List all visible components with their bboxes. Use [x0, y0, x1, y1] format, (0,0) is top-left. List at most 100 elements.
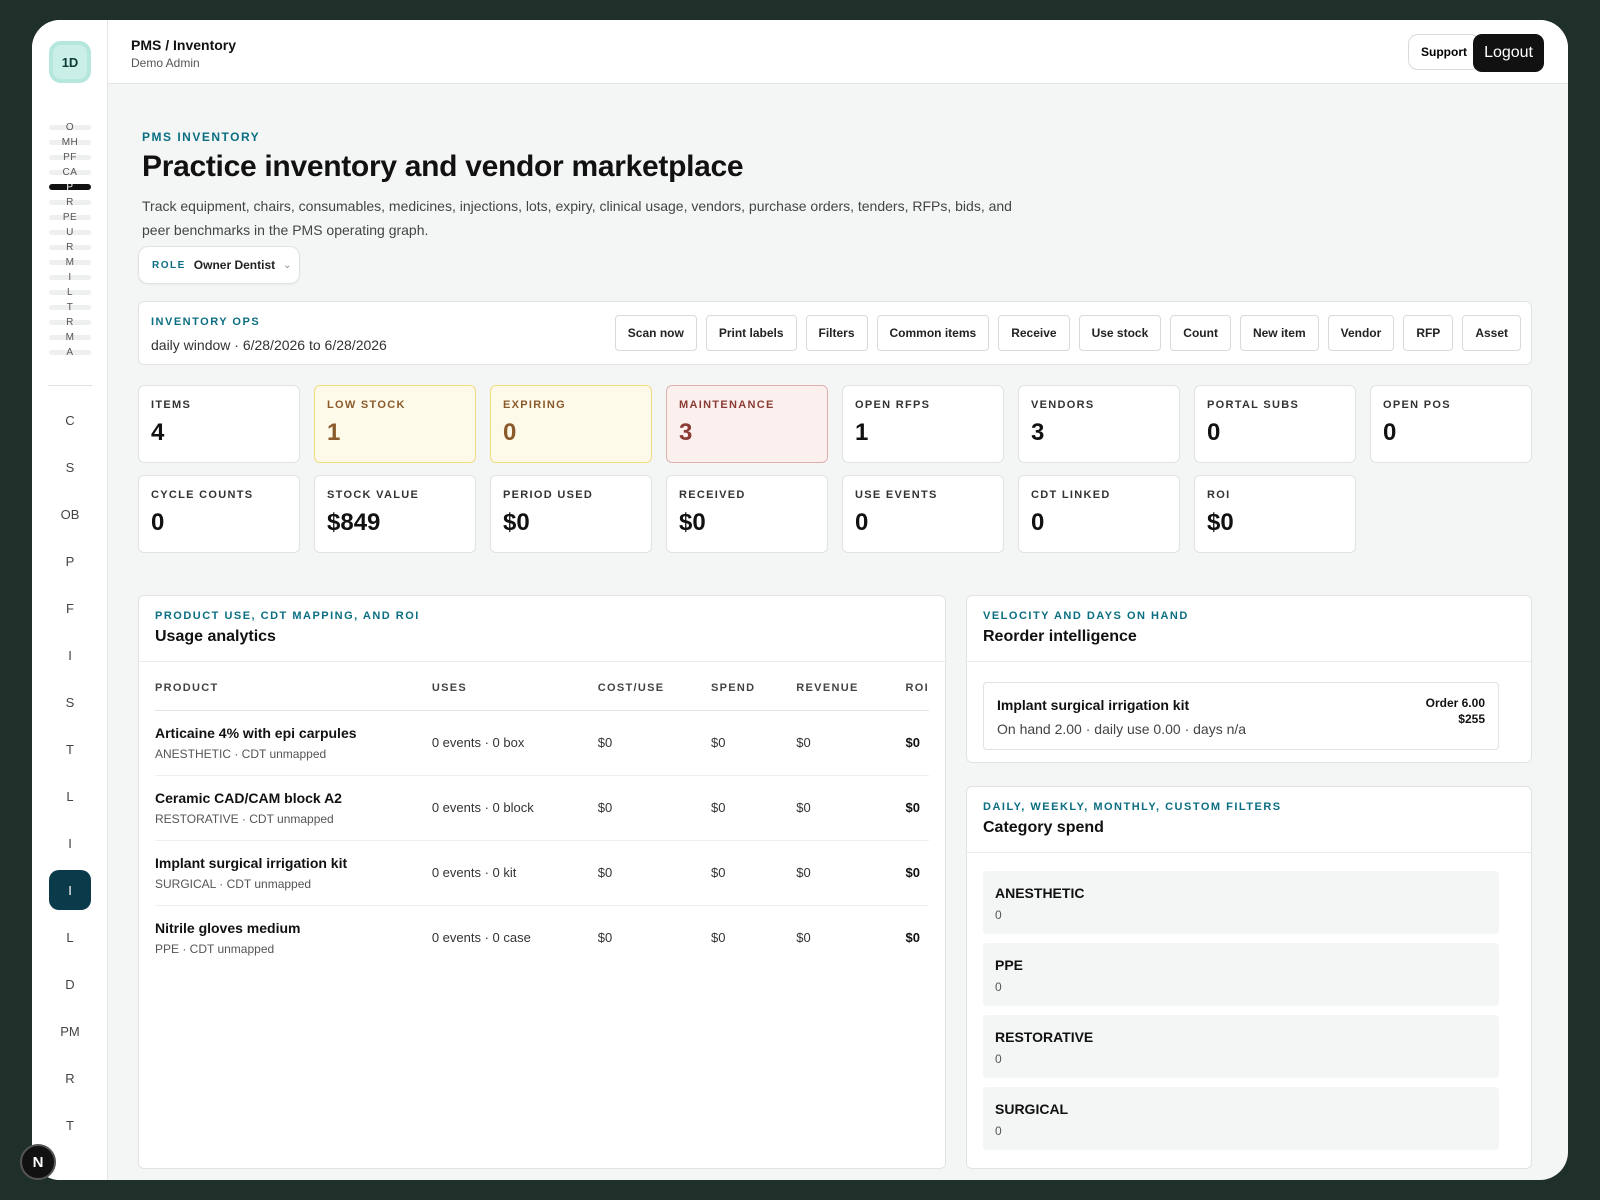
common-items-button[interactable]: Common items [876, 315, 990, 351]
cost-per-use-cell: $0 [597, 710, 711, 776]
inventory-ops-bar: INVENTORY OPS daily window · 6/28/2026 t… [138, 301, 1532, 365]
stat-label: STOCK VALUE [327, 489, 420, 501]
sidebar-item[interactable]: R [49, 1058, 91, 1098]
sidebar-item[interactable]: T [49, 729, 91, 769]
mini-nav-item[interactable]: I [49, 270, 91, 285]
uses-cell: 0 events · 0 block [431, 775, 598, 841]
support-button[interactable]: Support [1408, 34, 1480, 70]
stat-value: $0 [1207, 509, 1234, 536]
filters-button[interactable]: Filters [805, 315, 868, 351]
dev-tools-badge[interactable]: N [20, 1144, 56, 1180]
reorder-intelligence-card: VELOCITY AND DAYS ON HAND Reorder intell… [966, 595, 1532, 763]
sidebar-item[interactable]: S [49, 682, 91, 722]
mini-nav-item[interactable]: A [49, 345, 91, 360]
new-item-button[interactable]: New item [1239, 315, 1319, 351]
product-name: Implant surgical irrigation kit [155, 854, 348, 871]
rfp-button[interactable]: RFP [1403, 315, 1454, 351]
category-name: PPE [995, 957, 1024, 973]
stat-label: OPEN POS [1383, 399, 1451, 411]
asset-button[interactable]: Asset [1462, 315, 1521, 351]
category-item[interactable]: SURGICAL 0 [983, 1087, 1499, 1150]
category-item[interactable]: RESTORATIVE 0 [983, 1015, 1499, 1078]
column-header[interactable]: REVENUE [796, 682, 906, 711]
stat-card-low-stock: LOW STOCK 1 [314, 385, 476, 463]
mini-nav-item[interactable]: PE [49, 210, 91, 225]
stat-label: MAINTENANCE [679, 399, 775, 411]
card-title: Usage analytics [155, 628, 276, 645]
use-stock-button[interactable]: Use stock [1078, 315, 1162, 351]
count-button[interactable]: Count [1170, 315, 1231, 351]
stat-card-received: RECEIVED $0 [666, 475, 828, 553]
column-header[interactable]: ROI [905, 682, 929, 711]
scan-now-button[interactable]: Scan now [614, 315, 697, 351]
product-name: Ceramic CAD/CAM block A2 [155, 789, 342, 806]
mini-nav-item[interactable]: T [49, 300, 91, 315]
sidebar-item[interactable]: L [49, 776, 91, 816]
mini-nav-item[interactable]: R [49, 195, 91, 210]
ops-date-window: daily window · 6/28/2026 to 6/28/2026 [151, 337, 387, 353]
reorder-order-info: Order 6.00 $255 [1426, 695, 1485, 727]
mini-nav-item-active[interactable]: P [49, 180, 91, 195]
roi-cell: $0 [905, 930, 920, 946]
mini-nav-item[interactable]: R [49, 240, 91, 255]
sidebar-item[interactable]: S [49, 447, 91, 487]
mini-nav-item[interactable]: CA [49, 165, 91, 180]
category-item[interactable]: ANESTHETIC 0 [983, 871, 1499, 934]
stat-label: PERIOD USED [503, 489, 594, 501]
vendor-button[interactable]: Vendor [1327, 315, 1395, 351]
stat-value: 3 [1031, 419, 1045, 446]
category-name: RESTORATIVE [995, 1029, 1094, 1045]
mini-nav-item[interactable]: M [49, 255, 91, 270]
logo[interactable]: 1D [49, 41, 91, 83]
sidebar-item[interactable]: L [49, 917, 91, 957]
spend-cell: $0 [710, 775, 797, 841]
role-selector[interactable]: ROLE Owner Dentist ⌄ [138, 246, 300, 284]
table-row[interactable]: Articaine 4% with epi carpules ANESTHETIC… [155, 710, 929, 776]
print-labels-button[interactable]: Print labels [705, 315, 797, 351]
sidebar-item[interactable]: I [49, 823, 91, 863]
column-header[interactable]: SPEND [710, 682, 797, 711]
sidebar-item[interactable]: I [49, 635, 91, 675]
sidebar-item[interactable]: OB [49, 494, 91, 534]
role-label: ROLE [152, 259, 186, 271]
mini-nav-item[interactable]: MH [49, 135, 91, 150]
reorder-item[interactable]: Implant surgical irrigation kit On hand … [983, 682, 1499, 750]
sidebar-item[interactable]: D [49, 964, 91, 1004]
mini-nav-item[interactable]: U [49, 225, 91, 240]
mini-nav-item[interactable]: PF [49, 150, 91, 165]
sidebar-item[interactable]: C [49, 400, 91, 440]
sidebar-item[interactable]: PM [49, 1011, 91, 1051]
mini-nav-item[interactable]: M [49, 330, 91, 345]
stat-value: $0 [679, 509, 706, 536]
stat-value: 0 [1383, 419, 1397, 446]
category-value: 0 [995, 908, 1002, 922]
sidebar-item[interactable]: F [49, 588, 91, 628]
mini-nav-item[interactable]: O [49, 120, 91, 135]
mini-nav-item[interactable]: R [49, 315, 91, 330]
stat-label: CYCLE COUNTS [151, 489, 254, 501]
column-header[interactable]: USES [431, 682, 598, 711]
table-row[interactable]: Ceramic CAD/CAM block A2 RESTORATIVE · CD… [155, 775, 929, 841]
sidebar-item[interactable]: T [49, 1105, 91, 1145]
category-item[interactable]: PPE 0 [983, 943, 1499, 1006]
stat-value: 3 [679, 419, 693, 446]
stat-label: VENDORS [1031, 399, 1095, 411]
product-meta: PPE · CDT unmapped [155, 941, 275, 956]
stat-value: 0 [1031, 509, 1045, 536]
column-header[interactable]: PRODUCT [155, 682, 432, 711]
logout-button[interactable]: Logout [1473, 34, 1544, 72]
mini-nav-item[interactable]: L [49, 285, 91, 300]
stat-card-period-used: PERIOD USED $0 [490, 475, 652, 553]
spend-cell: $0 [710, 840, 797, 906]
spend-cell: $0 [710, 930, 726, 946]
sidebar-item-inventory-active[interactable]: I [49, 870, 91, 910]
sidebar: 1D O MH PF CA P R PE U R M I L T R M A C… [32, 20, 108, 1180]
card-header: VELOCITY AND DAYS ON HAND Reorder intell… [967, 596, 1531, 662]
table-row[interactable]: Nitrile gloves medium PPE · CDT unmapped … [155, 905, 929, 970]
receive-button[interactable]: Receive [998, 315, 1070, 351]
stat-value: $849 [327, 509, 381, 536]
ops-actions: Scan now Print labels Filters Common ite… [614, 315, 1521, 351]
column-header[interactable]: COST/USE [597, 682, 711, 711]
table-row[interactable]: Implant surgical irrigation kit SURGICAL … [155, 840, 929, 906]
sidebar-item[interactable]: P [49, 541, 91, 581]
